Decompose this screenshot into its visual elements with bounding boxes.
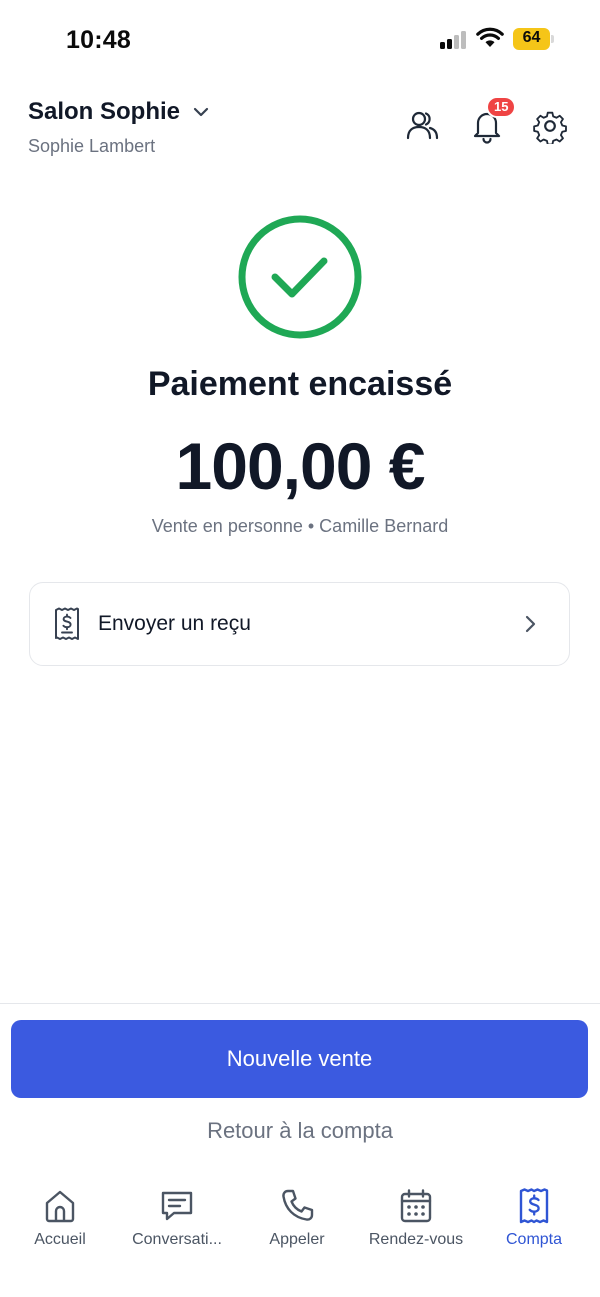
divider bbox=[0, 1003, 600, 1004]
tab-label: Accueil bbox=[34, 1231, 86, 1248]
status-bar: 10:48 64 bbox=[0, 0, 600, 80]
chat-icon bbox=[161, 1191, 193, 1221]
check-circle-icon bbox=[238, 215, 362, 339]
send-receipt-label: Envoyer un reçu bbox=[98, 612, 251, 635]
calendar-icon bbox=[400, 1189, 432, 1223]
battery-level: 64 bbox=[522, 29, 541, 46]
notification-badge: 15 bbox=[486, 96, 517, 118]
users-icon[interactable] bbox=[404, 108, 440, 144]
receipt-icon bbox=[55, 607, 79, 640]
back-to-accounting-link[interactable]: Retour à la compta bbox=[0, 1118, 600, 1144]
tab-appeler[interactable]: Appeler bbox=[237, 1180, 357, 1260]
payment-meta: Vente en personne • Camille Bernard bbox=[151, 516, 449, 536]
payment-amount: 100,00 € bbox=[175, 429, 426, 503]
salon-name: Salon Sophie bbox=[28, 98, 181, 125]
signal-icon bbox=[440, 31, 470, 49]
send-receipt-button[interactable]: Envoyer un reçu bbox=[29, 582, 570, 666]
tab-label: Rendez-vous bbox=[368, 1231, 464, 1248]
tab-label: Conversati... bbox=[132, 1231, 222, 1248]
new-sale-button[interactable]: Nouvelle vente bbox=[11, 1020, 588, 1098]
payment-title: Paiement encaissé bbox=[147, 365, 453, 403]
dollar-receipt-icon bbox=[519, 1188, 549, 1224]
status-time: 10:48 bbox=[66, 26, 131, 54]
tab-bar: Accueil Conversati... Appeler Rendez-vou… bbox=[0, 1180, 600, 1260]
tab-rendez-vous[interactable]: Rendez-vous bbox=[356, 1180, 476, 1260]
home-icon bbox=[45, 1190, 75, 1223]
battery-indicator: 64 bbox=[513, 28, 554, 50]
tab-label: Appeler bbox=[269, 1231, 325, 1248]
tab-compta[interactable]: Compta bbox=[474, 1180, 594, 1260]
wifi-icon bbox=[476, 27, 504, 47]
chevron-down-icon bbox=[193, 107, 209, 117]
phone-icon bbox=[282, 1189, 314, 1221]
owner-name: Sophie Lambert bbox=[28, 136, 156, 156]
salon-switcher[interactable]: Salon Sophie bbox=[28, 98, 210, 126]
tab-conversations[interactable]: Conversati... bbox=[117, 1180, 237, 1260]
tab-accueil[interactable]: Accueil bbox=[0, 1180, 120, 1260]
settings-icon[interactable] bbox=[532, 108, 568, 144]
tab-label: Compta bbox=[505, 1231, 563, 1248]
chevron-right-icon bbox=[525, 615, 536, 633]
